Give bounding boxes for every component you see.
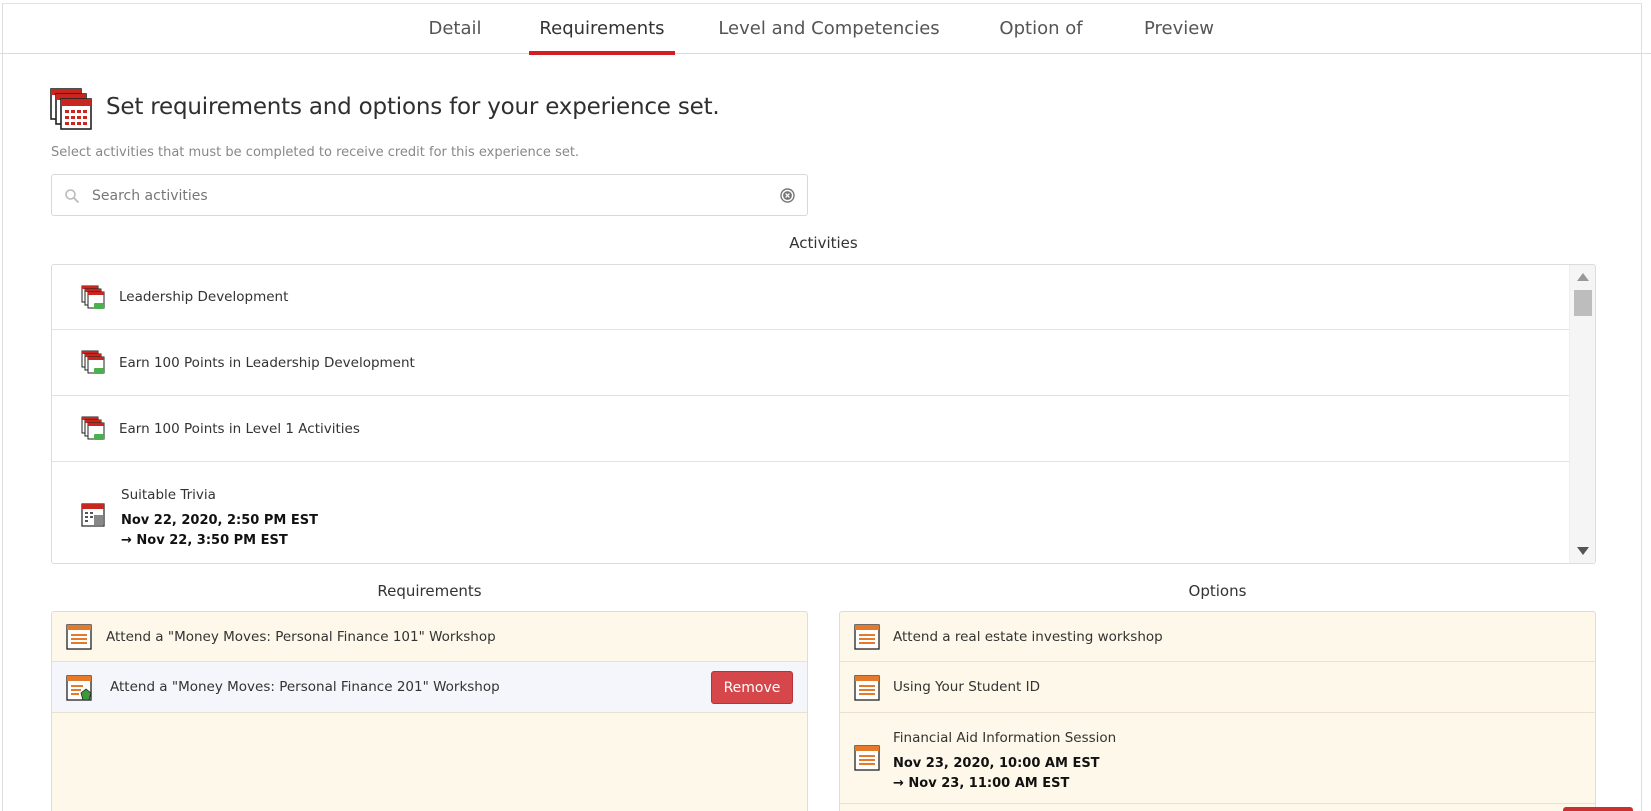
scroll-up-icon[interactable] bbox=[1577, 273, 1589, 281]
activity-start-date: Nov 22, 2020, 2:50 PM EST bbox=[121, 513, 318, 528]
list-item[interactable]: Attend a real estate investing workshop bbox=[840, 612, 1595, 662]
experience-set-icon bbox=[81, 416, 105, 440]
activities-list: Leadership Development Earn 100 Points i… bbox=[51, 264, 1596, 564]
activity-title: Leadership Development bbox=[119, 289, 289, 305]
search-box bbox=[51, 174, 808, 216]
tab-level-and-competencies[interactable]: Level and Competencies bbox=[718, 3, 940, 54]
requirements-heading: Requirements bbox=[377, 582, 482, 600]
list-item[interactable]: Leadership Development bbox=[52, 265, 1569, 330]
option-title: Attend a real estate investing workshop bbox=[893, 629, 1163, 645]
activity-title: Suitable Trivia bbox=[121, 487, 216, 503]
options-heading: Options bbox=[1188, 582, 1247, 600]
option-title: Using Your Student ID bbox=[893, 679, 1041, 695]
list-item[interactable]: Earn 100 Points in Level 1 Activities bbox=[52, 396, 1569, 462]
scroll-down-icon[interactable] bbox=[1577, 547, 1589, 555]
list-item[interactable]: Attend a "Money Moves: Personal Finance … bbox=[52, 662, 807, 713]
clear-icon[interactable] bbox=[780, 188, 795, 203]
requirements-panel: Attend a "Money Moves: Personal Finance … bbox=[51, 611, 808, 811]
activity-title: Earn 100 Points in Level 1 Activities bbox=[119, 421, 360, 437]
activity-icon bbox=[854, 624, 880, 650]
list-item[interactable]: Financial Aid Information Session Nov 23… bbox=[840, 713, 1595, 804]
event-icon bbox=[81, 503, 105, 527]
activities-heading: Activities bbox=[789, 234, 858, 252]
search-input[interactable] bbox=[92, 184, 772, 208]
scrollbar-thumb[interactable] bbox=[1574, 290, 1592, 316]
activity-badge-icon bbox=[66, 675, 92, 701]
list-item[interactable]: Attend a "Money Moves: Personal Finance … bbox=[52, 612, 807, 662]
activity-end-date: → Nov 22, 3:50 PM EST bbox=[121, 533, 288, 548]
activities-scrollbar[interactable] bbox=[1569, 265, 1595, 563]
activity-icon bbox=[854, 675, 880, 701]
search-icon bbox=[65, 189, 79, 203]
experience-set-icon bbox=[81, 350, 105, 374]
page-title: Set requirements and options for your ex… bbox=[106, 94, 720, 120]
experience-set-icon bbox=[50, 88, 92, 130]
tab-preview[interactable]: Preview bbox=[1140, 3, 1218, 54]
experience-set-icon bbox=[81, 285, 105, 309]
list-item[interactable]: Earn 100 Points in Leadership Developmen… bbox=[52, 330, 1569, 396]
requirement-title: Attend a "Money Moves: Personal Finance … bbox=[106, 629, 496, 645]
option-end-date: → Nov 23, 11:00 AM EST bbox=[893, 776, 1070, 791]
activity-title: Earn 100 Points in Leadership Developmen… bbox=[119, 355, 415, 371]
page-subtitle: Select activities that must be completed… bbox=[51, 145, 580, 160]
activity-icon bbox=[66, 624, 92, 650]
requirement-title: Attend a "Money Moves: Personal Finance … bbox=[110, 679, 500, 695]
remove-button[interactable]: Remove bbox=[711, 671, 793, 704]
option-title: Financial Aid Information Session bbox=[893, 730, 1117, 746]
activity-icon bbox=[854, 745, 880, 771]
option-start-date: Nov 23, 2020, 10:00 AM EST bbox=[893, 756, 1100, 771]
tab-option-of[interactable]: Option of bbox=[995, 3, 1087, 54]
tab-detail[interactable]: Detail bbox=[420, 3, 490, 54]
tab-requirements[interactable]: Requirements bbox=[529, 3, 675, 55]
options-panel: Attend a real estate investing workshop … bbox=[839, 611, 1596, 811]
list-item[interactable]: Suitable Trivia Nov 22, 2020, 2:50 PM ES… bbox=[52, 462, 1569, 563]
tab-bar: Detail Requirements Level and Competenci… bbox=[0, 3, 1651, 55]
list-item[interactable]: Using Your Student ID bbox=[840, 662, 1595, 713]
partial-button-edge[interactable] bbox=[1563, 807, 1633, 811]
